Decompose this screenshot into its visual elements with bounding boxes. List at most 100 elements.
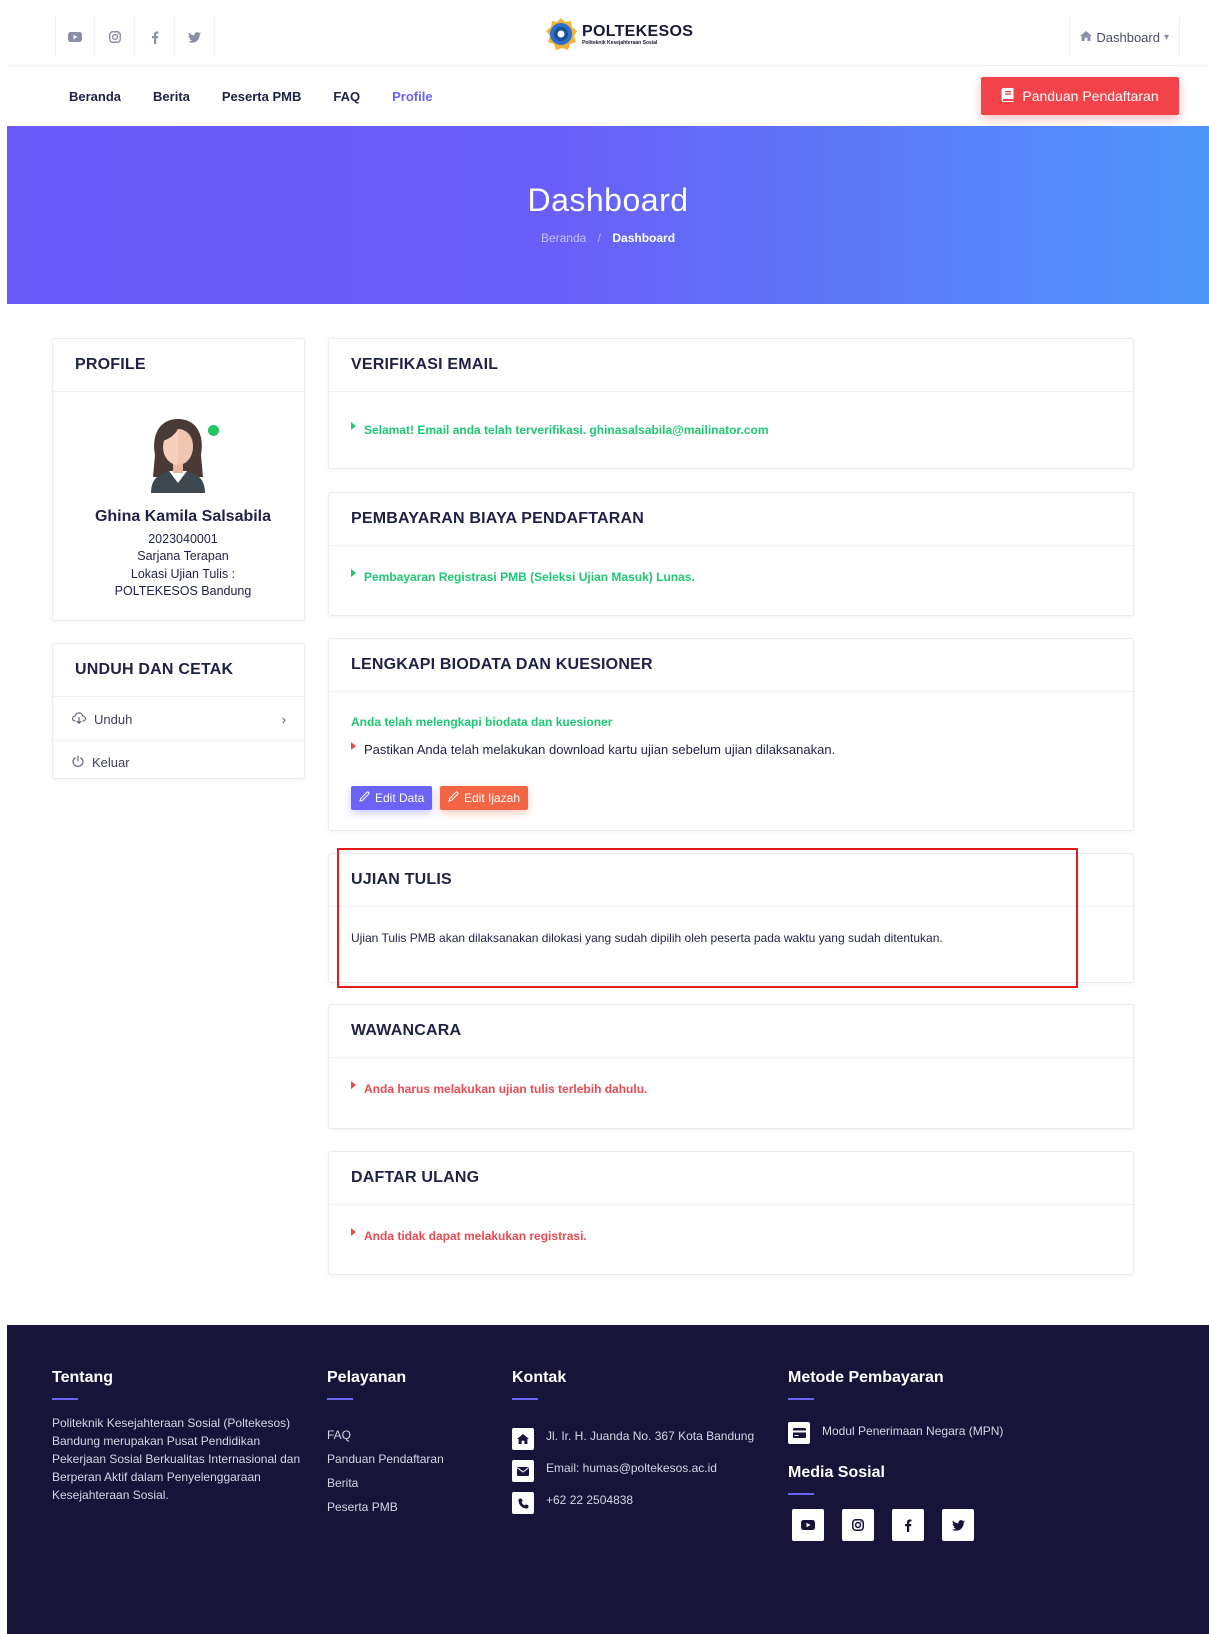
biodata-card: LENGKAPI BIODATA DAN KUESIONER Anda tela… (328, 638, 1134, 831)
twitter-icon[interactable] (942, 1509, 974, 1541)
edit-data-label: Edit Data (375, 791, 425, 805)
daftar-ulang-message: Anda tidak dapat melakukan registrasi. (351, 1228, 587, 1243)
pembayaran-message: Pembayaran Registrasi PMB (Seleksi Ujian… (351, 569, 695, 584)
footer-tentang-line: Politeknik Kesejahteraan Sosial (Polteke… (52, 1416, 291, 1430)
page-title: Dashboard (527, 182, 689, 218)
unduh-card-title: UNDUH DAN CETAK (53, 644, 304, 697)
site-logo[interactable]: POLTEKESOS Politeknik Kesejahteraan Sosi… (544, 17, 693, 51)
pembayaran-text: Pembayaran Registrasi PMB (Seleksi Ujian… (364, 570, 695, 584)
footer-payment-method: Modul Penerimaan Negara (MPN) (822, 1424, 1004, 1438)
breadcrumb-current: Dashboard (612, 231, 676, 245)
biodata-note-text: Pastikan Anda telah melakukan download k… (364, 742, 836, 757)
profile-card: PROFILE Ghina Kamila Salsabila 202304000… (52, 338, 305, 621)
profile-location-label: Lokasi Ujian Tulis : (130, 567, 236, 581)
footer-address: Jl. Ir. H. Juanda No. 367 Kota Bandung (546, 1429, 755, 1443)
nav-item-beranda[interactable]: Beranda (69, 89, 121, 104)
edit-ijazah-button[interactable]: Edit Ijazah (440, 786, 529, 810)
keluar-link[interactable]: Keluar (53, 741, 313, 784)
logo-title: POLTEKESOS (582, 22, 694, 40)
profile-name: Ghina Kamila Salsabila (94, 508, 272, 525)
pencil-icon (359, 791, 370, 805)
footer-link-peserta-pmb[interactable]: Peserta PMB (327, 1500, 398, 1514)
panduan-pendaftaran-button[interactable]: Panduan Pendaftaran (981, 77, 1179, 115)
nav-item-profile[interactable]: Profile (392, 89, 432, 104)
daftar-ulang-title: DAFTAR ULANG (329, 1152, 1133, 1205)
caret-right-icon (351, 569, 356, 577)
page: POLTEKESOS Politeknik Kesejahteraan Sosi… (7, 7, 1209, 1634)
highlight-box (337, 848, 1078, 988)
facebook-icon[interactable] (135, 17, 175, 57)
footer-metode-heading: Metode Pembayaran (788, 1369, 944, 1386)
twitter-icon[interactable] (175, 17, 215, 57)
footer-email[interactable]: Email: humas@poltekesos.ac.id (546, 1461, 717, 1475)
caret-down-icon: ▾ (1163, 31, 1169, 43)
wawancara-card: WAWANCARA Anda harus melakukan ujian tul… (328, 1004, 1134, 1129)
footer-tentang-line: Berperan Aktif dalam Penyelenggaraan (52, 1470, 261, 1484)
pembayaran-title: PEMBAYARAN BIAYA PENDAFTARAN (329, 493, 1133, 546)
facebook-icon[interactable] (892, 1509, 924, 1541)
wawancara-text: Anda harus melakukan ujian tulis terlebi… (364, 1082, 648, 1096)
footer-tentang-heading: Tentang (52, 1369, 114, 1386)
footer-pelayanan-heading: Pelayanan (327, 1369, 407, 1386)
footer-tentang-line: Kesejahteraan Sosial. (52, 1488, 169, 1502)
biodata-status: Anda telah melengkapi biodata dan kuesio… (351, 715, 613, 729)
verifikasi-email-message: Selamat! Email anda telah terverifikasi.… (351, 422, 769, 437)
footer-phone: +62 22 2504838 (546, 1493, 634, 1507)
footer-divider (788, 1493, 814, 1495)
instagram-icon[interactable] (95, 17, 135, 57)
profile-id: 2023040001 (148, 532, 218, 546)
keluar-label: Keluar (92, 755, 130, 770)
top-social-links (55, 17, 215, 57)
wawancara-title: WAWANCARA (329, 1005, 1133, 1058)
unduh-label: Unduh (94, 711, 133, 727)
site-footer: Tentang Politeknik Kesejahteraan Sosial … (7, 1325, 1209, 1634)
footer-tentang-line: Bandung merupakan Pusat Pendidikan (52, 1434, 261, 1448)
top-bar: POLTEKESOS Politeknik Kesejahteraan Sosi… (7, 7, 1209, 66)
envelope-icon (512, 1460, 534, 1482)
profile-location: POLTEKESOS Bandung (114, 584, 252, 598)
footer-link-panduan[interactable]: Panduan Pendaftaran (327, 1452, 444, 1466)
nav-item-berita[interactable]: Berita (153, 89, 190, 104)
instagram-icon[interactable] (842, 1509, 874, 1541)
footer-link-berita[interactable]: Berita (327, 1476, 358, 1490)
edit-data-button[interactable]: Edit Data (351, 786, 433, 810)
footer-link-faq[interactable]: FAQ (327, 1428, 351, 1442)
verifikasi-email-card: VERIFIKASI EMAIL Selamat! Email anda tel… (328, 338, 1134, 469)
wawancara-message: Anda harus melakukan ujian tulis terlebi… (351, 1081, 648, 1096)
unduh-link[interactable]: Unduh › (53, 698, 304, 741)
power-icon (72, 755, 84, 770)
daftar-ulang-text: Anda tidak dapat melakukan registrasi. (364, 1229, 587, 1243)
youtube-icon[interactable] (792, 1509, 824, 1541)
breadcrumb-separator: / (597, 231, 602, 245)
book-icon (1001, 87, 1014, 105)
footer-divider (512, 1398, 538, 1400)
nav-item-faq[interactable]: FAQ (333, 89, 360, 104)
breadcrumb-home[interactable]: Beranda (541, 231, 586, 245)
daftar-ulang-card: DAFTAR ULANG Anda tidak dapat melakukan … (328, 1151, 1134, 1275)
caret-right-icon (351, 741, 356, 750)
footer-media-heading: Media Sosial (788, 1464, 885, 1481)
home-icon (1080, 30, 1093, 44)
footer-divider (788, 1398, 814, 1400)
breadcrumb: Beranda / Dashboard (7, 231, 1209, 245)
page-hero: Dashboard Beranda / Dashboard (7, 126, 1209, 304)
footer-divider (52, 1398, 78, 1400)
pembayaran-card: PEMBAYARAN BIAYA PENDAFTARAN Pembayaran … (328, 492, 1134, 616)
dashboard-dropdown[interactable]: Dashboard ▾ (1069, 17, 1180, 57)
panduan-pendaftaran-label: Panduan Pendaftaran (1022, 88, 1159, 104)
verifikasi-email-text: Selamat! Email anda telah terverifikasi.… (364, 423, 769, 437)
youtube-icon[interactable] (55, 17, 95, 57)
edit-ijazah-label: Edit Ijazah (464, 791, 521, 805)
cloud-download-icon (72, 711, 86, 727)
biodata-note: Pastikan Anda telah melakukan download k… (351, 741, 836, 757)
nav-item-peserta-pmb[interactable]: Peserta PMB (222, 89, 301, 104)
logo-subtitle: Politeknik Kesejahteraan Sosial (582, 39, 658, 46)
unduh-card: UNDUH DAN CETAK Unduh › Keluar (52, 643, 305, 779)
footer-kontak-heading: Kontak (512, 1369, 567, 1386)
profile-card-title: PROFILE (53, 339, 304, 392)
footer-tentang-line: Pekerjaan Sosial Berkualitas Internasion… (52, 1452, 301, 1466)
dashboard-dropdown-label: Dashboard (1096, 29, 1160, 45)
caret-right-icon (351, 422, 356, 430)
home-icon (512, 1428, 534, 1450)
credit-card-icon (788, 1422, 810, 1444)
